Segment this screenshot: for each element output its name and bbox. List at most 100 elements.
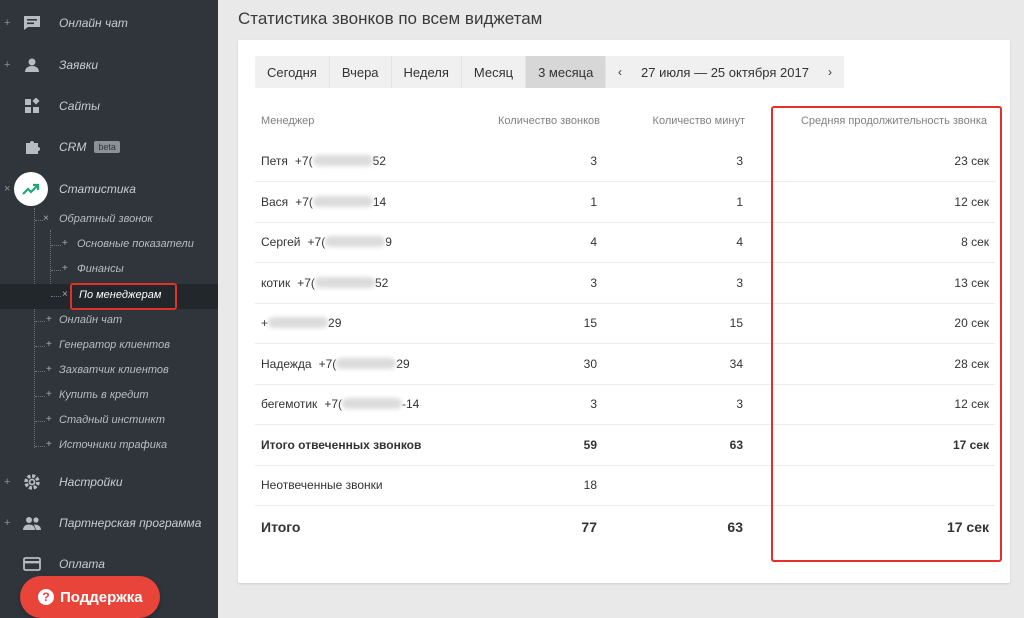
manager-name: Петя <box>261 154 288 168</box>
calls-cell: 3 <box>590 276 597 290</box>
tab-3-months[interactable]: 3 месяца <box>526 56 607 88</box>
manager-name: котик <box>261 276 291 290</box>
sidebar-sub-traffic-sources[interactable]: + Источники трафика <box>0 434 218 459</box>
sidebar-item-requests[interactable]: + Заявки <box>0 47 218 83</box>
chevron-right-icon[interactable]: › <box>816 56 844 88</box>
column-header-manager[interactable]: Менеджер <box>261 115 314 127</box>
puzzle-icon <box>22 137 42 157</box>
phone-suffix: 52 <box>372 154 386 168</box>
phone-redacted <box>312 196 373 207</box>
sidebar-sub-credit[interactable]: + Купить в кредит <box>0 384 218 409</box>
tab-yesterday[interactable]: Вчера <box>330 56 392 88</box>
widgets-icon <box>22 96 42 116</box>
minutes-cell: 63 <box>729 438 743 452</box>
column-header-minutes[interactable]: Количество минут <box>653 115 745 127</box>
card-icon <box>22 554 42 574</box>
user-icon <box>22 55 42 75</box>
sidebar-sub-main-metrics[interactable]: + Основные показатели <box>0 233 218 258</box>
calls-cell: 30 <box>583 357 597 371</box>
phone-prefix: +7( <box>294 154 313 168</box>
sidebar-item-chat[interactable]: + Онлайн чат <box>0 5 218 41</box>
sidebar-item-label: Оплата <box>59 557 105 571</box>
sidebar-item-label: Заявки <box>59 58 99 72</box>
trend-icon <box>14 172 48 206</box>
phone-prefix: + <box>261 316 269 330</box>
phone-redacted <box>342 398 402 409</box>
manager-name: Надежда <box>261 357 312 371</box>
minutes-cell: 3 <box>736 397 743 411</box>
sidebar-item-statistics[interactable]: × Статистика <box>0 171 218 207</box>
expand-sign[interactable]: + <box>4 17 10 29</box>
manager-cell: Вася +7(14 <box>261 195 386 209</box>
expand-sign[interactable]: + <box>4 476 10 488</box>
tab-today[interactable]: Сегодня <box>255 56 330 88</box>
manager-cell: +29 <box>261 316 341 330</box>
manager-cell: бегемотик +7(-14 <box>261 397 419 411</box>
sidebar-item-label: Партнерская программа <box>59 516 202 530</box>
minutes-cell: 1 <box>736 195 743 209</box>
summary-label: Неотвеченные звонки <box>261 478 383 492</box>
date-range-label[interactable]: 27 июля — 25 октября 2017 <box>634 56 816 88</box>
calls-cell: 59 <box>583 438 597 452</box>
sidebar-item-crm[interactable]: CRM beta <box>0 129 218 165</box>
stats-card: Сегодня Вчера Неделя Месяц 3 месяца ‹ 27… <box>238 40 1010 583</box>
sidebar-item-partner[interactable]: + Партнерская программа <box>0 505 218 541</box>
phone-suffix: 29 <box>396 357 410 371</box>
period-tabs: Сегодня Вчера Неделя Месяц 3 месяца <box>255 56 607 88</box>
manager-cell: котик +7( 52 <box>261 276 388 290</box>
collapse-sign[interactable]: × <box>43 213 49 224</box>
phone-redacted <box>268 317 329 328</box>
help-icon: ? <box>38 589 54 605</box>
total-label: Итого <box>261 519 301 535</box>
sidebar-sub-finance[interactable]: + Финансы <box>0 258 218 283</box>
phone-suffix: 52 <box>374 276 389 290</box>
minutes-cell: 15 <box>729 316 743 330</box>
tab-week[interactable]: Неделя <box>392 56 462 88</box>
minutes-cell: 63 <box>727 519 743 535</box>
calls-cell: 3 <box>590 397 597 411</box>
phone-redacted <box>314 277 375 288</box>
collapse-sign[interactable]: × <box>4 183 10 195</box>
sidebar-item-sites[interactable]: Сайты <box>0 88 218 124</box>
column-header-calls[interactable]: Количество звонков <box>498 115 600 127</box>
calls-cell: 18 <box>583 478 597 492</box>
highlight-frame <box>70 283 177 310</box>
chevron-left-icon[interactable]: ‹ <box>606 56 634 88</box>
tab-month[interactable]: Месяц <box>462 56 527 88</box>
sidebar-sub-callback[interactable]: × Обратный звонок <box>0 208 218 233</box>
sidebar-sub-herd-instinct[interactable]: + Стадный инстинкт <box>0 409 218 434</box>
phone-redacted <box>325 236 386 247</box>
sidebar-sub-client-catcher[interactable]: + Захватчик клиентов <box>0 359 218 384</box>
manager-cell: Надежда +7( 29 <box>261 357 410 371</box>
summary-label: Итого отвеченных звонков <box>261 438 422 452</box>
manager-name: Вася <box>261 195 289 209</box>
sidebar-item-label: CRM beta <box>59 140 120 154</box>
calls-cell: 3 <box>590 154 597 168</box>
phone-prefix: +7( <box>307 235 326 249</box>
sidebar-item-label: Сайты <box>59 99 100 113</box>
sidebar: + Онлайн чат + Заявки Сайты CRM beta × Ст… <box>0 0 218 618</box>
manager-cell: Сергей +7(9 <box>261 235 392 249</box>
phone-redacted <box>336 358 397 369</box>
expand-sign[interactable]: + <box>4 59 10 71</box>
beta-badge: beta <box>94 141 120 153</box>
chat-icon <box>22 13 42 33</box>
phone-prefix: +7( <box>318 357 337 371</box>
sidebar-item-label: Статистика <box>59 182 136 196</box>
phone-suffix: -14 <box>402 397 420 411</box>
sidebar-item-label: Онлайн чат <box>59 16 128 30</box>
sidebar-sub-online-chat[interactable]: + Онлайн чат <box>0 309 218 334</box>
sidebar-sub-client-generator[interactable]: + Генератор клиентов <box>0 334 218 359</box>
calls-cell: 15 <box>583 316 597 330</box>
sidebar-item-label: Настройки <box>59 475 123 489</box>
gear-icon <box>22 472 42 492</box>
manager-cell: Петя +7( 52 <box>261 154 386 168</box>
sidebar-item-settings[interactable]: + Настройки <box>0 464 218 500</box>
phone-suffix: 9 <box>385 235 392 249</box>
support-button[interactable]: ? Поддержка <box>20 576 160 618</box>
phone-prefix: +7( <box>297 276 315 290</box>
people-icon <box>22 513 42 533</box>
phone-prefix: +7( <box>324 397 342 411</box>
expand-sign[interactable]: + <box>4 517 10 529</box>
minutes-cell: 3 <box>736 154 743 168</box>
